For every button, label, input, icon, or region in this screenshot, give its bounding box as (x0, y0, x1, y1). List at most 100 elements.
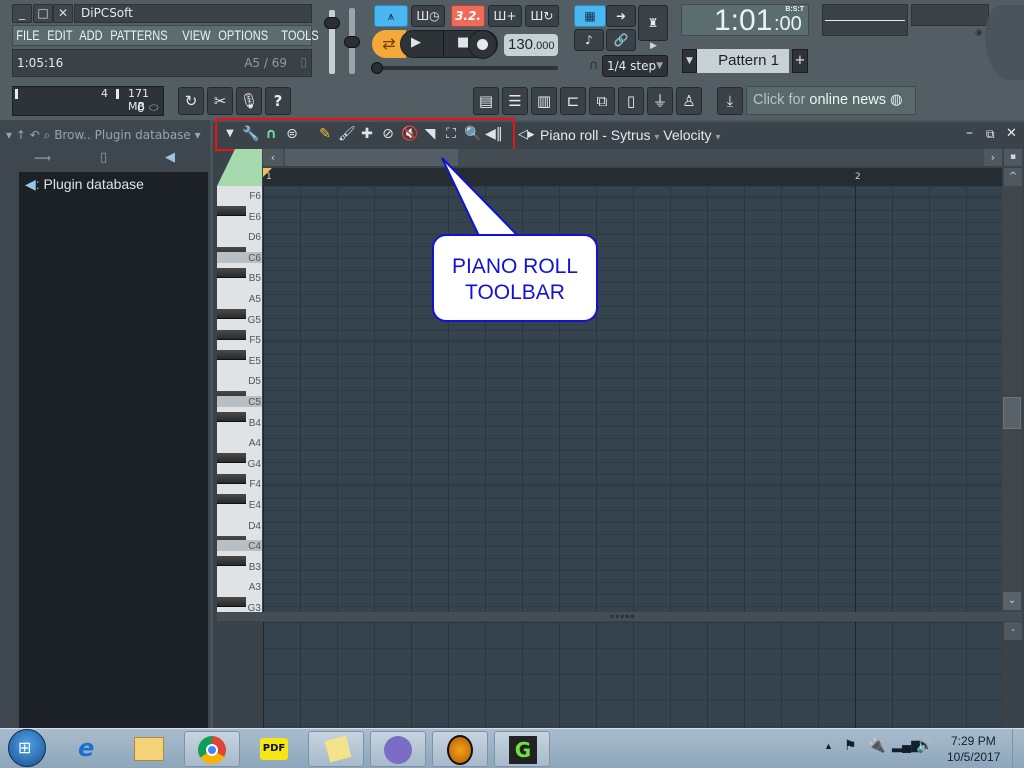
online-news-button[interactable]: Click for online news ◍ (746, 86, 916, 115)
vertical-scroll-thumb[interactable] (1003, 397, 1021, 429)
taskbar-explorer[interactable] (122, 731, 178, 767)
expand-arrow-icon[interactable]: ▶ (650, 41, 657, 51)
wait-input-button[interactable]: Ш◷ (411, 5, 445, 27)
zoom-handle[interactable]: ▪ (1004, 149, 1022, 166)
piano-roll-button[interactable]: ▥ (531, 87, 557, 115)
black-key[interactable] (217, 556, 246, 567)
record-audio-button[interactable]: 🎙 (236, 87, 262, 115)
menu-tools[interactable]: TOOLS (278, 28, 322, 43)
timeline[interactable]: 1 2 (263, 168, 1002, 186)
playlist-button[interactable]: ▤ (473, 87, 499, 115)
typing-keyboard-button[interactable]: ▦ (574, 5, 606, 27)
black-key[interactable] (217, 473, 246, 484)
taskbar-bittorrent[interactable] (370, 731, 426, 767)
song-position-handle[interactable] (371, 62, 383, 74)
step-edit-button[interactable]: Ш+ (488, 5, 522, 27)
plugin-picker-button[interactable]: ⏚ (647, 87, 673, 115)
metronome-button[interactable]: ⩚ (374, 5, 408, 27)
mixer-button[interactable]: ⧉ (589, 87, 615, 115)
blend-notes-button[interactable]: ♪ (574, 29, 604, 51)
song-position-track[interactable] (378, 66, 558, 70)
step-forward-button[interactable]: ➜ (606, 5, 636, 27)
target-control[interactable]: Velocity (663, 127, 711, 143)
power-icon[interactable]: 🔌 (868, 737, 885, 754)
taskbar-green-app[interactable]: G (494, 731, 550, 767)
master-pitch-knob[interactable] (344, 36, 360, 48)
pattern-menu-button[interactable]: ▼ (682, 49, 697, 73)
black-key[interactable] (217, 453, 246, 464)
scroll-thumb[interactable] (285, 149, 458, 166)
back-icon[interactable]: ↶ (30, 128, 40, 142)
black-key[interactable] (217, 329, 246, 340)
undo-button[interactable]: ↻ (178, 87, 204, 115)
black-key[interactable] (217, 267, 246, 278)
scroll-right-button[interactable]: › (984, 149, 1002, 166)
step-sequencer-button[interactable]: ☰ (502, 87, 528, 115)
taskbar-ie[interactable]: e (64, 731, 120, 767)
velocity-editor[interactable] (263, 622, 1002, 728)
show-hidden-icons[interactable]: ▲ (824, 741, 833, 751)
song-clock[interactable]: 1:01 :00 B:S:T (681, 4, 809, 37)
taskbar-pdf[interactable]: PDF (246, 731, 302, 767)
link-button[interactable]: 🔗 (606, 29, 636, 51)
up-arrow-icon[interactable]: ↑ (16, 128, 26, 142)
black-key[interactable] (217, 309, 246, 319)
taskbar-sticky-notes[interactable] (308, 731, 364, 767)
master-volume-knob[interactable] (324, 17, 340, 29)
menu-file[interactable]: FILE (13, 28, 43, 43)
performance-button[interactable]: ♙ (676, 87, 702, 115)
note-grid[interactable] (263, 186, 1002, 612)
browser-item[interactable]: ◀: Plugin database (25, 176, 144, 193)
action-center-icon[interactable]: ⚑ (844, 737, 857, 754)
browser-menu-icon[interactable]: ▾ (6, 128, 12, 142)
eye-icon[interactable]: ◉ (975, 28, 983, 38)
black-key[interactable] (217, 206, 246, 216)
taskbar-fl-studio[interactable] (432, 731, 488, 767)
record-button[interactable] (468, 30, 497, 59)
clock-date[interactable]: 10/5/2017 (947, 750, 1000, 764)
browser-header-title[interactable]: Plugin database (95, 128, 191, 142)
black-key[interactable] (217, 412, 246, 422)
pattern-selector[interactable]: Pattern 1 (697, 49, 789, 73)
files-icon[interactable]: ▯ (100, 150, 107, 165)
menu-view[interactable]: VIEW (179, 28, 214, 43)
chevron-down-icon[interactable]: ▾ (195, 128, 201, 142)
black-key[interactable] (217, 350, 246, 361)
volume-icon[interactable]: 🔊 (916, 737, 933, 754)
minimize-button[interactable]: _ (12, 4, 32, 23)
taskbar-chrome[interactable] (184, 731, 240, 767)
close-button[interactable]: ✕ (53, 4, 73, 23)
menu-options[interactable]: OPTIONS (215, 28, 271, 43)
menu-patterns[interactable]: PATTERNS (107, 28, 171, 43)
scroll-left-button[interactable]: ‹ (263, 149, 283, 166)
search-icon[interactable]: ⌕ (44, 128, 51, 142)
clock-time[interactable]: 7:29 PM (951, 734, 996, 748)
snap-select[interactable]: 1/4 step ▼ (602, 55, 668, 77)
maximize-button[interactable]: □ (33, 4, 53, 23)
piano-keyboard[interactable]: F6 E6 D6 C6 B5 A5 G5 F5 E5 D5 C5 B4 A4 G4 F4 E4 D4 C4 B3 A3… (217, 186, 262, 612)
restore-icon[interactable]: ⧉ (986, 127, 995, 142)
horizontal-scrollbar[interactable]: ‹ (263, 149, 1002, 166)
channel-rack-button[interactable]: ▯ (618, 87, 644, 115)
menu-add[interactable]: ADD (76, 28, 106, 43)
countdown-button[interactable]: 3.2. (451, 5, 485, 27)
start-button[interactable]: ⊞ (8, 729, 46, 767)
vertical-scrollbar[interactable]: ⌄ (1002, 186, 1022, 612)
play-button[interactable]: ▶ (411, 35, 421, 50)
cut-button[interactable]: ✂ (207, 87, 233, 115)
black-key[interactable] (217, 494, 246, 505)
browser-button[interactable]: ⊏ (560, 87, 586, 115)
minimize-icon[interactable]: – (966, 125, 973, 141)
waveform-icon[interactable]: ⟿ (34, 151, 51, 165)
loop-record-button[interactable]: Ш↻ (525, 5, 559, 27)
help-button[interactable]: ? (265, 87, 291, 115)
speaker-icon[interactable]: ◀ (165, 150, 175, 165)
tempo-display[interactable]: 130.000 (504, 34, 558, 56)
menu-edit[interactable]: EDIT (44, 28, 76, 43)
event-zoom-button[interactable]: - (1004, 622, 1022, 640)
black-key[interactable] (217, 597, 246, 608)
scroll-up-button[interactable]: ^ (1004, 168, 1022, 186)
scroll-down-button[interactable]: ⌄ (1003, 592, 1021, 610)
master-knob-button[interactable]: ♜ (638, 5, 668, 41)
close-icon[interactable]: ✕ (1006, 126, 1017, 141)
